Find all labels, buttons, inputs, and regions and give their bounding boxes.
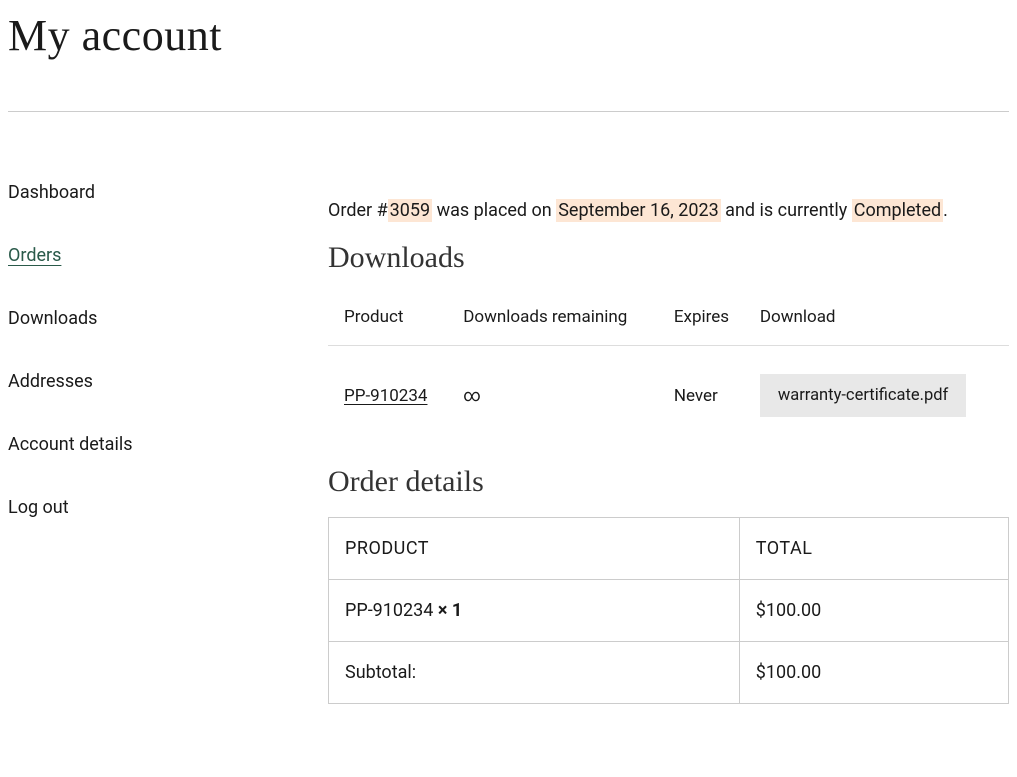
sidebar-item-addresses[interactable]: Addresses: [8, 371, 288, 392]
subtotal-label: Subtotal:: [329, 642, 740, 704]
main-content: Order #3059 was placed on September 16, …: [328, 182, 1009, 704]
order-details-header-product: PRODUCT: [329, 518, 740, 580]
order-summary-suffix: .: [943, 200, 948, 221]
order-summary-prefix: Order #: [328, 200, 388, 221]
sidebar-item-orders[interactable]: Orders: [8, 245, 288, 266]
download-file-button[interactable]: warranty-certificate.pdf: [760, 374, 966, 417]
downloads-header-expires: Expires: [664, 293, 750, 346]
order-status: Completed: [852, 199, 943, 222]
line-item-total: $100.00: [739, 580, 1008, 642]
downloads-table: Product Downloads remaining Expires Down…: [328, 293, 1009, 445]
downloads-heading: Downloads: [328, 241, 1009, 275]
order-date: September 16, 2023: [556, 199, 720, 222]
divider: [8, 111, 1009, 112]
sidebar-item-account-details[interactable]: Account details: [8, 434, 288, 455]
downloads-remaining-value: ∞: [463, 386, 480, 406]
downloads-row: PP-910234 ∞ Never warranty-certificate.p…: [328, 346, 1009, 446]
account-sidebar: Dashboard Orders Downloads Addresses Acc…: [8, 182, 288, 704]
sidebar-item-log-out[interactable]: Log out: [8, 497, 288, 518]
order-summary-placed: was placed on: [432, 200, 556, 221]
sidebar-item-dashboard[interactable]: Dashboard: [8, 182, 288, 203]
order-summary: Order #3059 was placed on September 16, …: [328, 200, 1009, 221]
downloads-expires-value: Never: [674, 386, 718, 406]
order-details-table: PRODUCT TOTAL PP-910234 × 1 $100.00 Subt…: [328, 517, 1009, 704]
order-details-line-item: PP-910234 × 1 $100.00: [329, 580, 1009, 642]
downloads-header-product: Product: [328, 293, 453, 346]
order-summary-currently: and is currently: [721, 200, 852, 221]
subtotal-value: $100.00: [739, 642, 1008, 704]
line-item-name: PP-910234: [345, 600, 438, 621]
order-details-heading: Order details: [328, 465, 1009, 499]
order-details-subtotal-row: Subtotal: $100.00: [329, 642, 1009, 704]
sidebar-item-downloads[interactable]: Downloads: [8, 308, 288, 329]
order-number: 3059: [388, 199, 432, 222]
line-item-qty: × 1: [438, 600, 462, 621]
downloads-header-download: Download: [750, 293, 1009, 346]
download-product-link[interactable]: PP-910234: [344, 386, 427, 406]
page-title: My account: [8, 10, 1009, 61]
order-details-header-total: TOTAL: [739, 518, 1008, 580]
downloads-header-remaining: Downloads remaining: [453, 293, 664, 346]
